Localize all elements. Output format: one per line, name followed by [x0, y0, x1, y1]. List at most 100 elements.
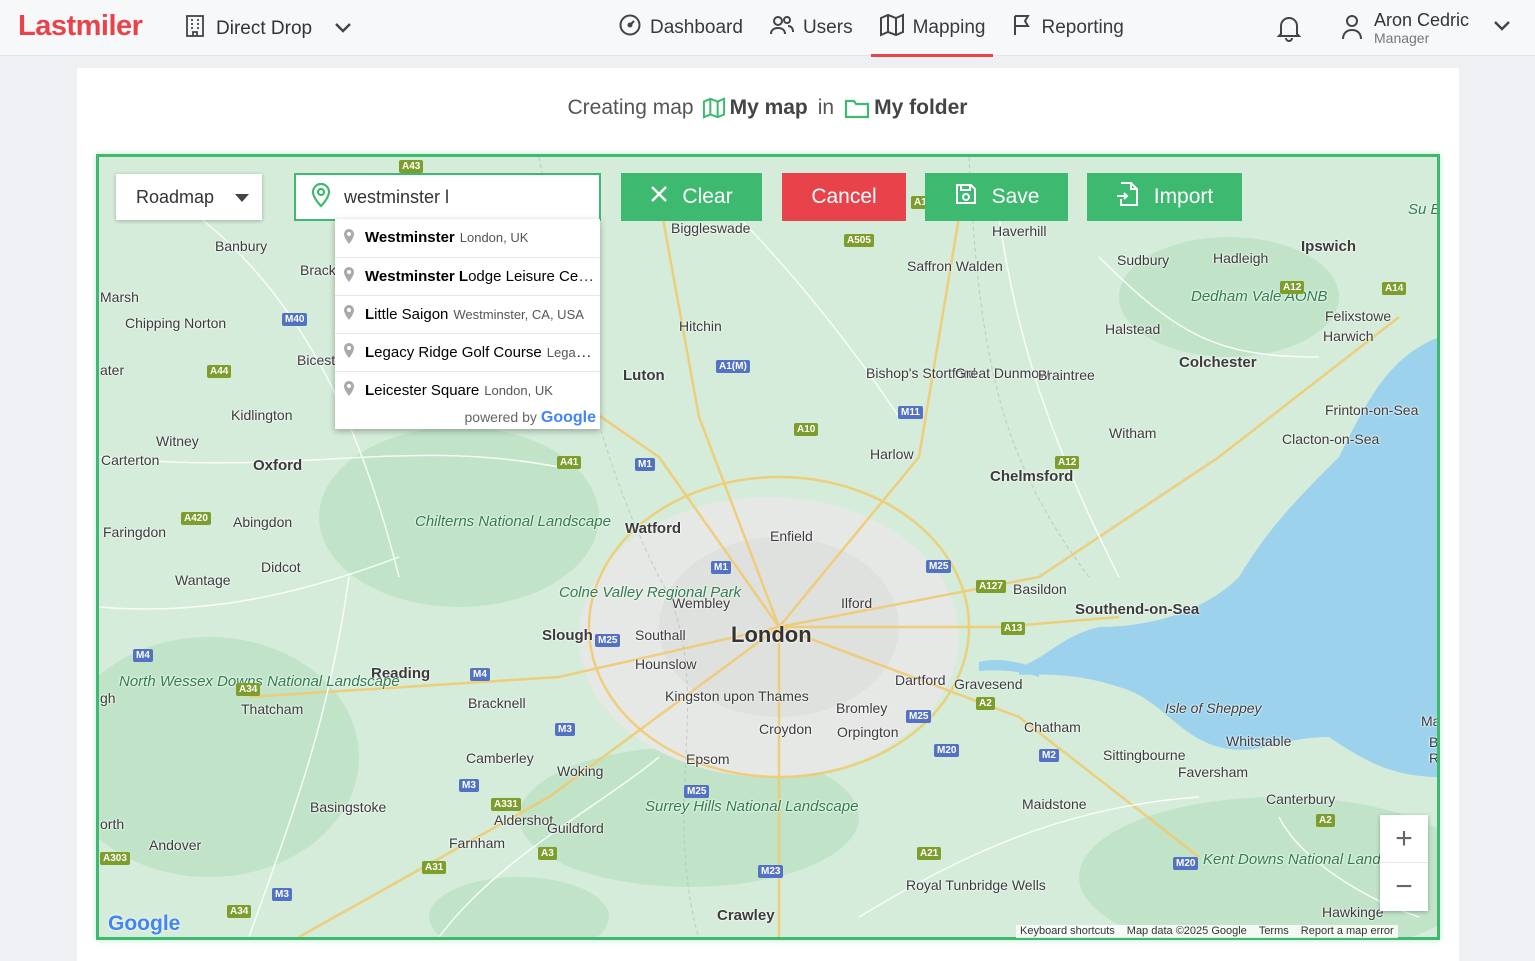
autocomplete-match: L — [365, 381, 375, 399]
map-type-dropdown[interactable]: Roadmap — [116, 174, 262, 220]
flag-icon — [1011, 13, 1033, 43]
zoom-in-button[interactable]: + — [1380, 815, 1428, 863]
autocomplete-item[interactable]: Little Saigon Westminster, CA, USA — [335, 295, 600, 333]
autocomplete-secondary: London, UK — [484, 382, 553, 398]
map-label: Whitstable — [1226, 733, 1292, 749]
road-shield: M20 — [934, 744, 960, 757]
user-avatar-icon — [1340, 11, 1364, 46]
nav-item-label: Reporting — [1041, 17, 1124, 38]
org-selector[interactable]: Direct Drop — [184, 14, 352, 44]
road-shield: A2 — [1316, 814, 1335, 827]
report-error-link[interactable]: Report a map error — [1301, 925, 1394, 938]
google-watermark-text: Google — [108, 912, 181, 935]
road-shield: A13 — [1001, 622, 1026, 635]
save-button[interactable]: Save — [925, 173, 1068, 221]
road-shield: A34 — [236, 683, 261, 696]
map-label: Farnham — [449, 835, 506, 851]
heading-in: in — [817, 96, 835, 119]
map-label: Colchester — [1179, 354, 1257, 371]
cancel-button-label: Cancel — [811, 185, 877, 208]
autocomplete-match: L — [365, 343, 375, 361]
nav-item-users[interactable]: Users — [761, 0, 861, 56]
terms-link[interactable]: Terms — [1259, 925, 1289, 938]
map-label: London — [731, 622, 812, 647]
chevron-down-icon — [1493, 19, 1511, 37]
main-nav: Dashboard Users Mapping Reporting — [610, 0, 1142, 57]
map-label: Basildon — [1013, 581, 1067, 597]
folder-name: My folder — [874, 96, 968, 119]
map-label: Braintree — [1038, 367, 1095, 383]
map-type-label: Roadmap — [136, 186, 215, 207]
autocomplete-secondary: Legacy Ridge — [546, 344, 595, 360]
autocomplete-secondary: Westminster, CA, USA — [453, 306, 584, 322]
notifications-bell-icon[interactable] — [1276, 14, 1302, 47]
road-shield: A41 — [557, 456, 582, 469]
road-shield: A331 — [491, 798, 521, 811]
dashboard-icon — [618, 13, 642, 43]
map-label: Crawley — [717, 907, 775, 924]
map-canvas[interactable]: London Oxford Watford Slough Reading Lut… — [96, 154, 1440, 940]
map-label: Faringdon — [103, 524, 167, 540]
road-shield: A10 — [794, 423, 819, 436]
park-label: Dedham Vale AONB — [1191, 288, 1328, 305]
zoom-control: + − — [1380, 815, 1428, 911]
nav-item-label: Users — [802, 17, 853, 38]
location-search-input[interactable] — [344, 186, 584, 208]
import-button[interactable]: Import — [1087, 173, 1242, 221]
page-title: Creating map My map in My folder — [0, 96, 1535, 120]
keyboard-shortcuts-link[interactable]: Keyboard shortcuts — [1020, 925, 1115, 938]
autocomplete-item[interactable]: Legacy Ridge Golf CourseLegacy Ridge — [335, 333, 600, 371]
map-label: Slough — [542, 627, 593, 644]
powered-by-google: powered by Google — [465, 409, 597, 427]
pin-icon — [343, 265, 355, 288]
map-label: Hounslow — [635, 656, 697, 672]
autocomplete-item[interactable]: Westminster London, UK — [335, 219, 600, 257]
road-shield: M25 — [684, 785, 710, 798]
map-label: Gravesend — [954, 676, 1023, 692]
road-shield: A43 — [399, 160, 424, 173]
map-label: Guildford — [547, 820, 604, 836]
map-label: orth — [100, 816, 125, 832]
nav-item-reporting[interactable]: Reporting — [1003, 0, 1131, 56]
location-pin-icon — [310, 182, 332, 213]
map-label: Marg — [1421, 713, 1440, 729]
map-icon — [879, 13, 905, 43]
map-label: Croydon — [759, 721, 812, 737]
park-label: Colne Valley Regional Park — [559, 584, 742, 601]
google-logo: Google — [540, 409, 596, 426]
location-search-box[interactable] — [294, 173, 601, 221]
map-label: Andover — [149, 837, 202, 853]
map-label: Ilford — [841, 595, 873, 611]
map-label: Bro — [1429, 734, 1439, 750]
map-label: Witney — [156, 433, 199, 449]
autocomplete-item[interactable]: Leicester Square London, UK — [335, 371, 600, 409]
user-menu[interactable]: Aron Cedric Manager — [1340, 10, 1511, 46]
app-logo[interactable]: Lastmiler — [18, 10, 143, 43]
map-label: Didcot — [261, 559, 301, 575]
map-label: Haverhill — [992, 223, 1047, 239]
clear-button[interactable]: Clear — [621, 173, 762, 221]
pin-icon — [343, 341, 355, 364]
map-label: Ipswich — [1301, 238, 1357, 255]
road-shield: A2 — [976, 697, 995, 710]
save-button-label: Save — [991, 185, 1040, 208]
nav-item-dashboard[interactable]: Dashboard — [610, 0, 751, 56]
road-shield: A303 — [100, 852, 130, 865]
file-import-icon — [1116, 181, 1140, 213]
map-label: Kingston upon Thames — [665, 688, 809, 704]
top-nav-bar: Lastmiler Direct Drop Dashboard Users Ma… — [0, 0, 1535, 57]
road-shield: M40 — [282, 313, 308, 326]
map-label: Hawkinge — [1322, 904, 1384, 920]
map-data-text: Map data ©2025 Google — [1126, 925, 1247, 937]
road-shield: M23 — [758, 865, 784, 878]
autocomplete-item[interactable]: Westminster Lodge Leisure Centre — [335, 257, 600, 295]
road-shield: M1 — [711, 561, 731, 574]
road-shield: A420 — [181, 512, 211, 525]
zoom-out-button[interactable]: − — [1380, 863, 1428, 911]
cancel-button[interactable]: Cancel — [782, 173, 906, 221]
road-shield: A14 — [1382, 282, 1407, 295]
map-label: Abingdon — [233, 514, 293, 530]
nav-item-mapping[interactable]: Mapping — [870, 0, 994, 57]
map-label: Southend-on-Sea — [1075, 601, 1200, 618]
map-label: Faversham — [1178, 764, 1249, 780]
